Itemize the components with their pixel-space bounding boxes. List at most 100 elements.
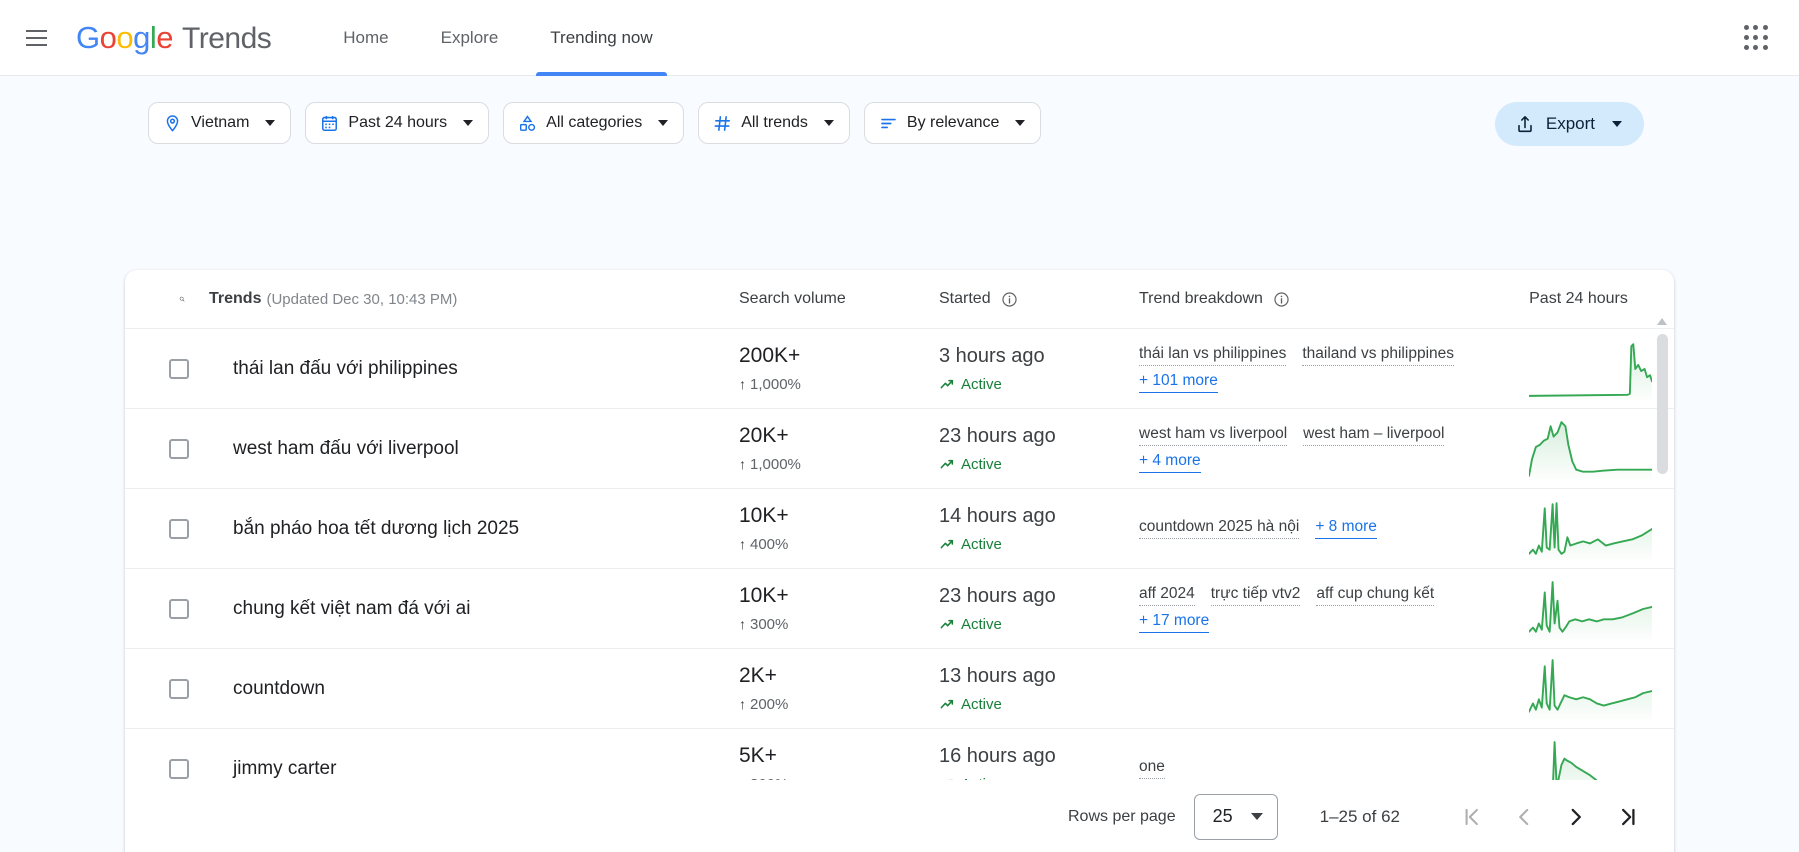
row-trend-cell: thái lan đấu với philippines xyxy=(209,358,739,380)
last-page-button[interactable] xyxy=(1602,791,1654,843)
status-badge: Active xyxy=(939,696,1139,713)
breakdown-chip[interactable]: west ham – liverpool xyxy=(1303,425,1445,446)
header-trend-breakdown: Trend breakdown xyxy=(1139,290,1529,308)
next-page-button[interactable] xyxy=(1550,791,1602,843)
header-started-label: Started xyxy=(939,290,991,307)
breakdown-more-link[interactable]: + 17 more xyxy=(1139,612,1210,633)
row-trend-cell: chung kết việt nam đá với ai xyxy=(209,598,739,620)
breakdown-more-link[interactable]: + 8 more xyxy=(1315,518,1377,539)
breakdown-chip[interactable]: countdown 2025 hà nội xyxy=(1139,518,1300,539)
row-search-volume-cell: 5K+ ↑800% xyxy=(739,744,939,780)
scrollbar-thumb[interactable] xyxy=(1657,334,1668,474)
row-started-cell: 3 hours ago Active xyxy=(939,345,1139,393)
breakdown-chip-list: thái lan vs philippines thailand vs phili… xyxy=(1139,345,1499,393)
filter-trend-type[interactable]: All trends xyxy=(698,102,850,144)
row-checkbox-cell xyxy=(149,438,209,459)
row-sparkline-cell xyxy=(1529,338,1674,400)
row-checkbox[interactable] xyxy=(169,438,189,459)
info-icon[interactable] xyxy=(1273,291,1290,308)
export-button[interactable]: Export xyxy=(1494,102,1644,146)
breakdown-more-link[interactable]: + 4 more xyxy=(1139,452,1201,473)
table-row[interactable]: chung kết việt nam đá với ai 10K+ ↑ 300% … xyxy=(125,568,1674,648)
google-trends-logo[interactable]: Google Trends xyxy=(76,19,272,56)
table-row[interactable]: countdown 2K+ ↑ 200% 13 hours ago Active xyxy=(125,648,1674,728)
trend-title[interactable]: bắn pháo hoa tết dương lịch 2025 xyxy=(209,518,519,540)
hashtag-icon xyxy=(714,115,731,131)
trend-title[interactable]: countdown xyxy=(209,678,325,700)
breakdown-more-link[interactable]: + 101 more xyxy=(1139,372,1218,393)
chevron-down-icon xyxy=(463,120,474,126)
next-page-icon xyxy=(1571,808,1581,825)
hamburger-line xyxy=(25,29,47,32)
hamburger-line xyxy=(25,43,47,46)
trend-title[interactable]: jimmy carter xyxy=(209,758,336,780)
row-sparkline-cell xyxy=(1529,498,1674,560)
breakdown-chip[interactable]: thailand vs philippines xyxy=(1302,345,1454,366)
status-label: Active xyxy=(961,615,1002,633)
rows-per-page-label: Rows per page xyxy=(1067,807,1176,825)
location-pin-icon xyxy=(166,114,179,132)
first-page-button[interactable] xyxy=(1446,791,1498,843)
row-breakdown-cell: countdown 2025 hà nội + 8 more xyxy=(1139,518,1529,539)
row-checkbox[interactable] xyxy=(169,598,189,619)
status-label: Active xyxy=(961,455,1002,473)
trending-up-icon xyxy=(940,619,954,629)
chevron-down-icon xyxy=(823,120,834,126)
breakdown-chip[interactable]: trực tiếp vtv2 xyxy=(1210,585,1301,606)
search-volume-value: 2K+ xyxy=(739,664,777,688)
scroll-up-arrow-icon[interactable] xyxy=(1657,318,1667,325)
row-started-cell: 14 hours ago Active xyxy=(939,505,1139,553)
table-row[interactable]: bắn pháo hoa tết dương lịch 2025 10K+ ↑ 4… xyxy=(125,488,1674,568)
nav-tab-explore[interactable]: Explore xyxy=(415,0,525,76)
table-row[interactable]: thái lan đấu với philippines 200K+ ↑ 1,00… xyxy=(125,328,1674,408)
header-started: Started xyxy=(939,290,1139,308)
trend-title[interactable]: chung kết việt nam đá với ai xyxy=(209,598,470,620)
logo-letter-g2: g xyxy=(133,19,150,55)
search-icon[interactable] xyxy=(179,286,185,312)
trends-rows-container: thái lan đấu với philippines 200K+ ↑ 1,00… xyxy=(125,328,1674,780)
trending-up-icon xyxy=(940,539,954,549)
row-checkbox[interactable] xyxy=(169,358,189,379)
google-apps-grid-icon[interactable] xyxy=(1735,17,1777,59)
table-row[interactable]: jimmy carter 5K+ ↑800% 16 hours ago Acti… xyxy=(125,728,1674,780)
table-vertical-scrollbar[interactable] xyxy=(1657,318,1668,852)
status-label: Active xyxy=(961,375,1002,393)
row-checkbox[interactable] xyxy=(169,678,189,699)
sparkline-chart xyxy=(1529,338,1652,400)
breakdown-chip[interactable]: aff 2024 xyxy=(1139,585,1195,606)
trending-up-icon xyxy=(940,459,954,469)
nav-tab-home[interactable]: Home xyxy=(317,0,414,76)
filter-time-range[interactable]: Past 24 hours xyxy=(305,102,490,144)
row-breakdown-cell: one xyxy=(1139,758,1529,779)
info-icon[interactable] xyxy=(1001,291,1018,308)
arrow-up-icon: ↑ xyxy=(739,536,746,553)
sparkline-chart xyxy=(1529,578,1652,640)
sparkline-chart xyxy=(1529,418,1652,480)
filter-sort[interactable]: By relevance xyxy=(863,102,1042,144)
trend-title[interactable]: thái lan đấu với philippines xyxy=(209,358,458,380)
export-upload-icon xyxy=(1518,116,1532,133)
breakdown-chip[interactable]: west ham vs liverpool xyxy=(1139,425,1288,446)
row-checkbox[interactable] xyxy=(169,758,189,779)
sparkline-chart xyxy=(1529,658,1652,720)
nav-tab-trending-now[interactable]: Trending now xyxy=(524,0,678,76)
filter-location[interactable]: Vietnam xyxy=(148,102,292,144)
rows-per-page-select[interactable]: 25 xyxy=(1193,793,1278,840)
row-sparkline-cell xyxy=(1529,578,1674,640)
arrow-up-icon: ↑ xyxy=(739,376,746,393)
trend-title[interactable]: west ham đấu với liverpool xyxy=(209,438,459,460)
breakdown-chip[interactable]: one xyxy=(1139,758,1165,779)
hamburger-menu-icon[interactable] xyxy=(12,14,60,62)
started-time: 23 hours ago xyxy=(939,424,1056,447)
previous-page-button[interactable] xyxy=(1498,791,1550,843)
started-time: 16 hours ago xyxy=(939,744,1056,767)
chevron-down-icon xyxy=(1015,120,1026,126)
row-checkbox[interactable] xyxy=(169,518,189,539)
row-started-cell: 13 hours ago Active xyxy=(939,665,1139,713)
table-row[interactable]: west ham đấu với liverpool 20K+ ↑ 1,000% … xyxy=(125,408,1674,488)
last-page-icon xyxy=(1621,808,1635,825)
row-search-volume-cell: 200K+ ↑ 1,000% xyxy=(739,344,939,392)
filter-categories[interactable]: All categories xyxy=(503,102,685,144)
breakdown-chip[interactable]: thái lan vs philippines xyxy=(1139,345,1287,366)
breakdown-chip[interactable]: aff cup chung kết xyxy=(1316,585,1435,606)
